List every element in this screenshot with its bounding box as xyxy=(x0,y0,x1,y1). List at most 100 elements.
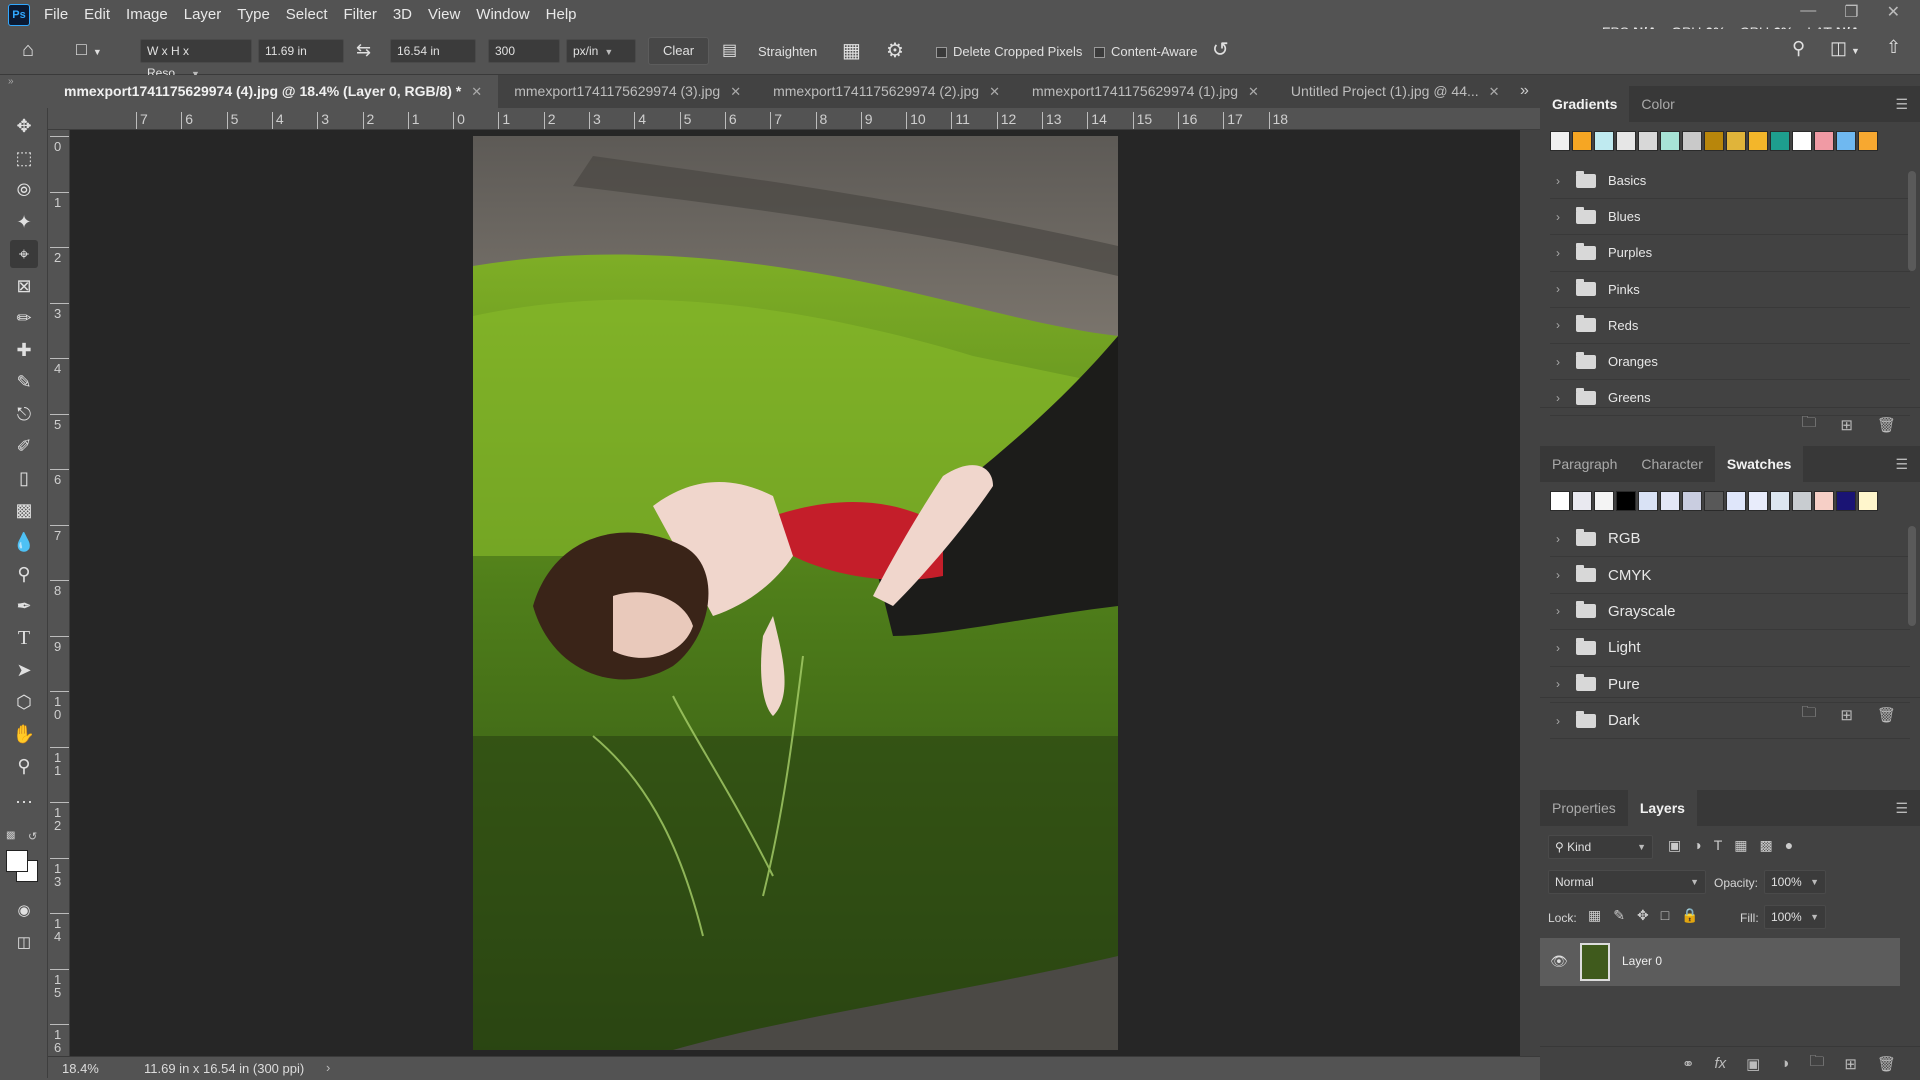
lasso-tool-icon[interactable]: ⦾ xyxy=(10,176,38,204)
layer-name[interactable]: Layer 0 xyxy=(1622,954,1662,968)
menu-image[interactable]: Image xyxy=(118,0,176,29)
trash-icon[interactable]: 🗑 xyxy=(1877,706,1896,724)
folder-row[interactable]: › Oranges xyxy=(1550,344,1910,381)
share-icon[interactable]: ⇧ xyxy=(1886,37,1901,58)
move-tool-icon[interactable]: ✥ xyxy=(10,112,38,140)
marquee-tool-icon[interactable]: ⬚ xyxy=(10,144,38,172)
panel-menu-icon[interactable]: ☰ xyxy=(1895,456,1908,473)
fill-input[interactable]: 100% ▼ xyxy=(1764,905,1826,929)
document-tab[interactable]: mmexport1741175629974 (2).jpg ✕ xyxy=(757,75,1016,108)
swatch[interactable] xyxy=(1616,131,1636,151)
lock-position-icon[interactable]: ✥ xyxy=(1637,907,1649,924)
swatch[interactable] xyxy=(1836,131,1856,151)
resolution-input[interactable]: 300 xyxy=(488,39,560,63)
chevron-right-icon[interactable]: › xyxy=(1556,532,1570,546)
crop-tool-preset-icon[interactable]: □ ▼ xyxy=(76,39,102,60)
swatch[interactable] xyxy=(1726,131,1746,151)
chevron-right-icon[interactable]: › xyxy=(1556,391,1570,405)
restore-icon[interactable]: ❐ xyxy=(1844,2,1858,22)
swatch[interactable] xyxy=(1638,491,1658,511)
folder-row[interactable]: › CMYK xyxy=(1550,557,1910,594)
reset-icon[interactable]: ↺ xyxy=(1212,37,1229,62)
chevron-right-icon[interactable]: › xyxy=(1556,246,1570,260)
menu-select[interactable]: Select xyxy=(278,0,336,29)
pen-tool-icon[interactable]: ✒ xyxy=(10,592,38,620)
swatch[interactable] xyxy=(1770,491,1790,511)
adjustment-layer-icon[interactable]: ◑ xyxy=(1780,1055,1789,1072)
new-group-icon[interactable]: 🗀 xyxy=(1801,412,1816,437)
chevron-right-icon[interactable]: › xyxy=(326,1060,330,1075)
new-swatch-icon[interactable]: ⊞ xyxy=(1840,706,1853,724)
swap-colors-icon[interactable]: ↺ xyxy=(28,830,37,843)
swatch[interactable] xyxy=(1792,491,1812,511)
swatch[interactable] xyxy=(1748,131,1768,151)
eyedropper-tool-icon[interactable]: ✏ xyxy=(10,304,38,332)
type-filter-icon[interactable]: T xyxy=(1714,837,1723,854)
swatch[interactable] xyxy=(1858,491,1878,511)
home-icon[interactable]: ⌂ xyxy=(22,39,34,62)
zoom-tool-icon[interactable]: ⚲ xyxy=(10,752,38,780)
content-aware-checkbox[interactable]: Content-Aware xyxy=(1094,44,1197,59)
swatch[interactable] xyxy=(1682,131,1702,151)
chevron-right-icon[interactable]: › xyxy=(1556,568,1570,582)
swatch[interactable] xyxy=(1594,491,1614,511)
dodge-tool-icon[interactable]: ⚲ xyxy=(10,560,38,588)
swatch[interactable] xyxy=(1704,491,1724,511)
folder-row[interactable]: › Pinks xyxy=(1550,272,1910,308)
swatch[interactable] xyxy=(1770,131,1790,151)
swatch[interactable] xyxy=(1792,131,1812,151)
healing-brush-tool-icon[interactable]: ✚ xyxy=(10,336,38,364)
menu-edit[interactable]: Edit xyxy=(76,0,118,29)
swatch[interactable] xyxy=(1572,491,1592,511)
folder-row[interactable]: › RGB xyxy=(1550,521,1910,558)
tab-paragraph[interactable]: Paragraph xyxy=(1540,446,1629,482)
chevron-right-icon[interactable]: › xyxy=(1556,641,1570,655)
swatch[interactable] xyxy=(1836,491,1856,511)
swatch[interactable] xyxy=(1660,491,1680,511)
collapse-icon[interactable]: » xyxy=(8,76,14,87)
link-layers-icon[interactable]: ⚭ xyxy=(1682,1055,1695,1073)
close-tab-icon[interactable]: ✕ xyxy=(471,75,482,108)
tab-gradients[interactable]: Gradients xyxy=(1540,86,1630,122)
swatch[interactable] xyxy=(1550,491,1570,511)
swatch[interactable] xyxy=(1660,131,1680,151)
document-tab[interactable]: mmexport1741175629974 (3).jpg ✕ xyxy=(498,75,757,108)
more-tabs-icon[interactable]: » xyxy=(1520,82,1529,100)
resolution-units-dropdown[interactable]: px/in ▼ xyxy=(566,39,636,63)
menu-view[interactable]: View xyxy=(420,0,468,29)
gradients-scrollbar[interactable] xyxy=(1908,171,1916,271)
swatch[interactable] xyxy=(1616,491,1636,511)
tab-layers[interactable]: Layers xyxy=(1627,790,1697,826)
type-tool-icon[interactable]: T xyxy=(10,624,38,652)
brush-tool-icon[interactable]: ✎ xyxy=(10,368,38,396)
chevron-right-icon[interactable]: › xyxy=(1556,174,1570,188)
stamp-tool-icon[interactable]: ⎋ xyxy=(10,400,38,428)
swatch[interactable] xyxy=(1814,491,1834,511)
menu-type[interactable]: Type xyxy=(229,0,278,29)
tab-swatches[interactable]: Swatches xyxy=(1714,446,1804,482)
layer-filter-kind[interactable]: ⚲ Kind ▼ xyxy=(1548,835,1653,859)
swatch[interactable] xyxy=(1550,131,1570,151)
close-tab-icon[interactable]: ✕ xyxy=(1248,75,1259,108)
crop-height-input[interactable]: 16.54 in xyxy=(390,39,476,63)
menu-file[interactable]: File xyxy=(36,0,76,29)
tab-properties[interactable]: Properties xyxy=(1540,790,1628,826)
menu-window[interactable]: Window xyxy=(468,0,537,29)
trash-icon[interactable]: 🗑 xyxy=(1877,416,1896,434)
lock-image-icon[interactable]: ✎ xyxy=(1613,907,1625,924)
shape-tool-icon[interactable]: ⬡ xyxy=(10,688,38,716)
zoom-level[interactable]: 18.4% xyxy=(62,1061,99,1076)
frame-tool-icon[interactable]: ⊠ xyxy=(10,272,38,300)
document-tab[interactable]: Untitled Project (1).jpg @ 44... ✕ xyxy=(1275,75,1516,108)
swatch[interactable] xyxy=(1858,131,1878,151)
layer-mask-icon[interactable]: ▣ xyxy=(1746,1055,1760,1073)
lock-all-icon[interactable]: 🔒 xyxy=(1681,907,1698,924)
folder-row[interactable]: › Reds xyxy=(1550,308,1910,344)
swatch[interactable] xyxy=(1704,131,1724,151)
search-icon[interactable]: ⚲ xyxy=(1792,38,1805,59)
more-tools-icon[interactable]: ⋯ xyxy=(10,788,38,816)
quick-mask-icon[interactable]: ◉ xyxy=(10,896,38,924)
layer-style-icon[interactable]: fx xyxy=(1714,1055,1726,1072)
blend-mode-dropdown[interactable]: Normal ▼ xyxy=(1548,870,1706,894)
gradient-tool-icon[interactable]: ▩ xyxy=(10,496,38,524)
